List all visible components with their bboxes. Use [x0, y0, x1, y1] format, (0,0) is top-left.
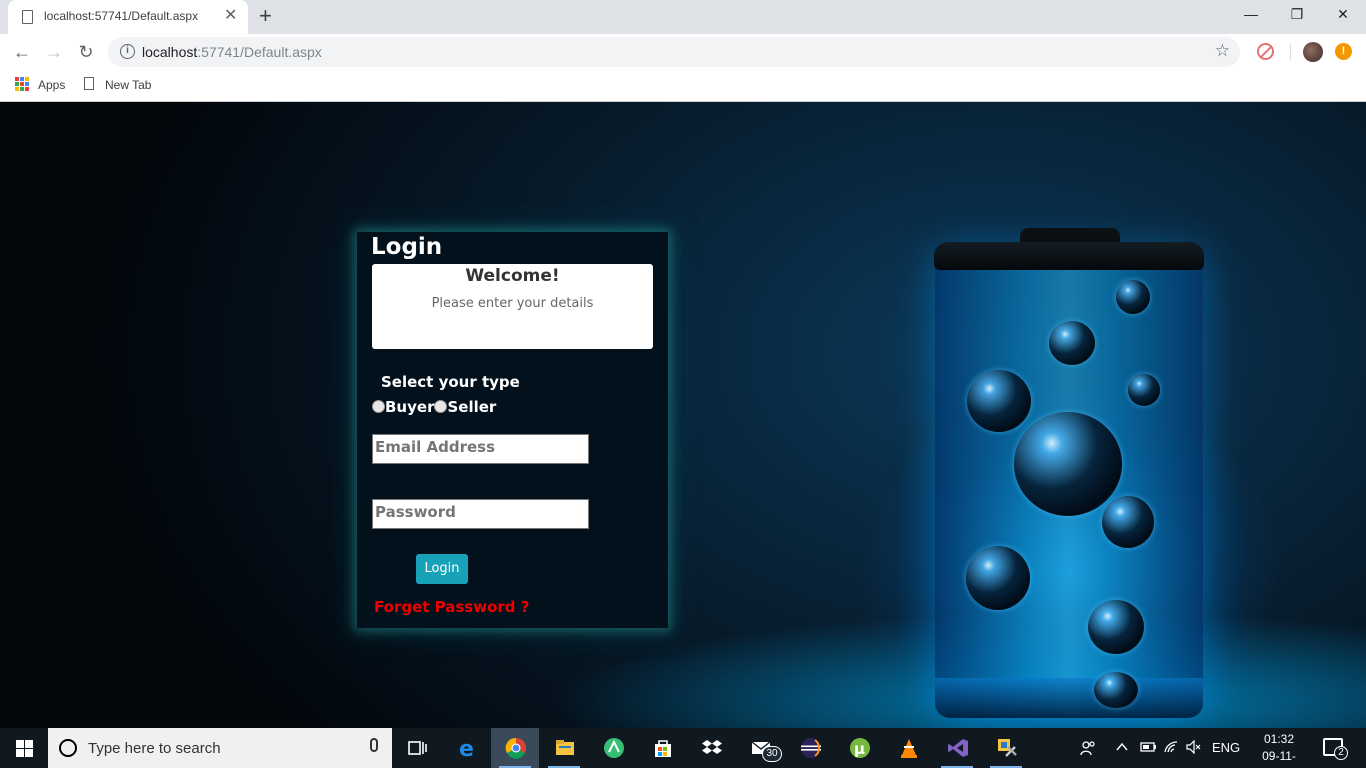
microphone-icon[interactable]: [370, 738, 378, 752]
bubble: [966, 546, 1030, 610]
svg-text:μ: μ: [854, 740, 865, 758]
url-path: :57741/Default.aspx: [197, 44, 322, 60]
language-indicator[interactable]: ENG: [1212, 740, 1240, 755]
bookmark-new-tab[interactable]: New Tab: [105, 76, 151, 94]
browser-tab[interactable]: localhost:57741/Default.aspx ✕: [8, 0, 248, 34]
welcome-subtitle: Please enter your details: [431, 296, 594, 311]
bubble: [1094, 672, 1138, 708]
tab-strip: localhost:57741/Default.aspx ✕ + — ❐ ✕: [0, 0, 1366, 34]
user-type-radio-group: Buyer Seller: [372, 398, 496, 416]
welcome-title: Welcome!: [465, 266, 560, 286]
tools-icon[interactable]: [982, 728, 1030, 768]
bubble: [1116, 280, 1150, 314]
back-button[interactable]: ←: [10, 40, 34, 64]
start-button[interactable]: [0, 728, 48, 768]
store-icon[interactable]: [638, 728, 686, 768]
password-field[interactable]: Password: [372, 499, 589, 529]
tab-close-icon[interactable]: ✕: [224, 7, 237, 25]
reload-button[interactable]: ↻: [74, 40, 98, 64]
buyer-label[interactable]: Buyer: [385, 398, 434, 416]
wifi-icon[interactable]: [1163, 740, 1179, 757]
clock-time: 01:32: [1263, 732, 1295, 746]
tab-title: localhost:57741/Default.aspx: [44, 9, 199, 23]
bubble: [1014, 412, 1122, 516]
notification-count: 2: [1334, 746, 1348, 760]
url-text[interactable]: localhost:57741/Default.aspx: [142, 44, 322, 60]
bookmark-star-icon[interactable]: ☆: [1215, 41, 1230, 61]
clock-date: 09-11-2018: [1262, 749, 1296, 768]
minimize-button[interactable]: —: [1228, 4, 1274, 24]
dropbox-icon[interactable]: [687, 728, 735, 768]
bubble: [1049, 321, 1095, 365]
bookmark-apps[interactable]: Apps: [38, 76, 65, 94]
clock[interactable]: 01:32 09-11-2018: [1249, 731, 1309, 768]
volume-muted-icon[interactable]: [1186, 739, 1202, 757]
forget-password-link[interactable]: Forget Password ?: [374, 598, 529, 616]
bubble: [1102, 496, 1154, 548]
apps-grid-icon: [15, 77, 29, 91]
mail-badge: 30: [762, 746, 782, 762]
seller-radio[interactable]: [434, 400, 448, 413]
buyer-radio[interactable]: [372, 400, 385, 413]
email-field[interactable]: Email Address: [372, 434, 589, 464]
battery-icon[interactable]: [1139, 740, 1157, 757]
task-view-icon[interactable]: [392, 728, 440, 768]
forward-button[interactable]: →: [42, 40, 66, 64]
toolbar-separator: [1290, 44, 1291, 60]
cortana-icon: [59, 739, 77, 757]
chrome-icon[interactable]: [491, 728, 539, 768]
select-type-label: Select your type: [381, 373, 520, 391]
file-explorer-icon[interactable]: [540, 728, 588, 768]
jar-base: [935, 678, 1203, 718]
restore-button[interactable]: ❐: [1274, 4, 1320, 24]
profile-avatar[interactable]: [1303, 42, 1323, 62]
vlc-icon[interactable]: [884, 728, 932, 768]
browser-toolbar: ← → ↻ i localhost:57741/Default.aspx ☆ !: [0, 34, 1366, 70]
page-icon: [84, 77, 94, 90]
bubble: [1128, 374, 1160, 406]
login-button[interactable]: Login: [416, 554, 468, 584]
people-icon[interactable]: [1080, 740, 1096, 759]
bubble: [1088, 600, 1144, 654]
new-tab-button[interactable]: +: [259, 4, 272, 28]
edge-icon[interactable]: e: [442, 728, 490, 768]
show-hidden-icons-chevron-icon[interactable]: [1115, 740, 1129, 757]
mail-icon[interactable]: 30: [736, 728, 784, 768]
welcome-card: Welcome! Please enter your details: [372, 264, 653, 349]
bubble: [967, 370, 1031, 432]
login-panel: Login Welcome! Please enter your details…: [357, 232, 668, 628]
update-icon[interactable]: !: [1335, 43, 1352, 60]
utorrent-icon[interactable]: μ: [835, 728, 883, 768]
info-icon[interactable]: i: [120, 44, 135, 59]
taskbar-search[interactable]: Type here to search: [48, 728, 392, 768]
visual-studio-icon[interactable]: [933, 728, 981, 768]
page-background: Login Welcome! Please enter your details…: [0, 102, 1366, 728]
taskbar: Type here to search e 30 μ ENG 01:32 09-…: [0, 728, 1366, 768]
search-placeholder: Type here to search: [88, 740, 221, 757]
address-bar[interactable]: i localhost:57741/Default.aspx ☆: [108, 37, 1240, 67]
seller-label[interactable]: Seller: [447, 398, 496, 416]
svg-text:e: e: [459, 737, 474, 759]
url-host: localhost: [142, 44, 198, 60]
extension-icon[interactable]: [1257, 43, 1274, 60]
page-icon: [22, 10, 33, 24]
bookmarks-bar: Apps New Tab: [0, 70, 1366, 102]
android-studio-icon[interactable]: [589, 728, 637, 768]
login-heading: Login: [371, 234, 443, 260]
eclipse-icon[interactable]: [786, 728, 834, 768]
jar-lid: [934, 242, 1204, 270]
close-window-button[interactable]: ✕: [1320, 4, 1366, 24]
